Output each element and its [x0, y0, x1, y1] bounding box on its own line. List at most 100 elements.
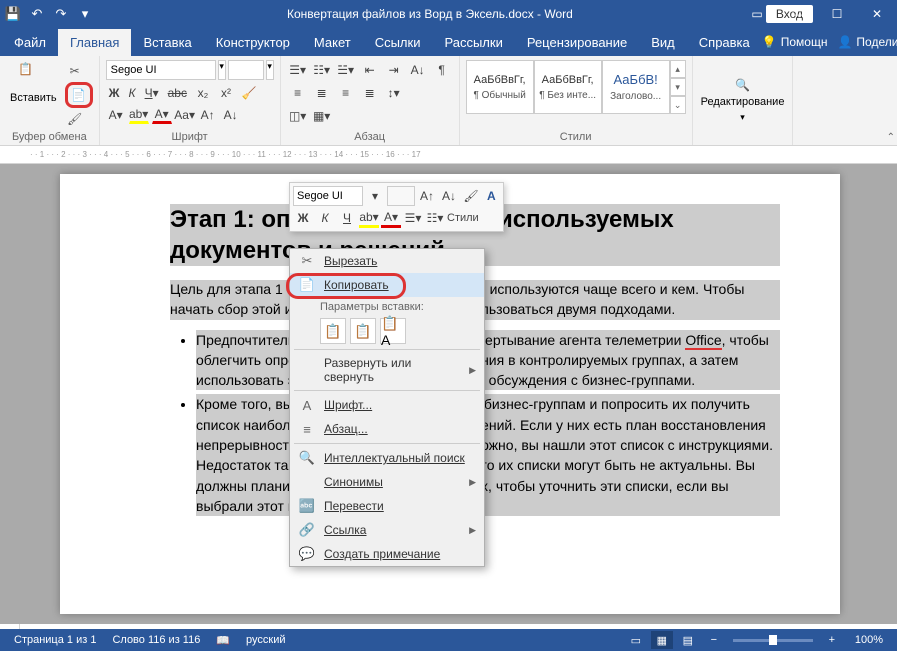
minimize-icon[interactable]: — — [777, 0, 817, 28]
text-effects-button[interactable]: A▾ — [106, 106, 126, 124]
format-painter-button[interactable]: 🖌 — [65, 110, 85, 128]
tab-references[interactable]: Ссылки — [363, 29, 433, 56]
redo-icon[interactable]: ↷ — [52, 5, 70, 23]
context-font[interactable]: A Шрифт... — [290, 393, 484, 417]
web-layout-icon[interactable]: ▤ — [677, 631, 699, 649]
context-expand[interactable]: Развернуть или свернуть ▶ — [290, 352, 484, 388]
styles-more-icon[interactable]: ⌄ — [670, 96, 686, 114]
zoom-level[interactable]: 100% — [847, 634, 891, 646]
mini-font-size[interactable] — [387, 186, 415, 206]
status-page[interactable]: Страница 1 из 1 — [6, 634, 104, 646]
undo-icon[interactable]: ↶ — [28, 5, 46, 23]
collapse-ribbon-icon[interactable]: ⌃ — [887, 132, 895, 143]
close-icon[interactable]: ✕ — [857, 0, 897, 28]
paste-button[interactable]: 📋 Вставить — [6, 60, 61, 129]
borders-button[interactable]: ▦▾ — [311, 106, 333, 126]
tab-review[interactable]: Рецензирование — [515, 29, 639, 56]
context-link[interactable]: 🔗 Ссылка ▶ — [290, 518, 484, 542]
shading-button[interactable]: ◫▾ — [287, 106, 309, 126]
decrease-indent-button[interactable]: ⇤ — [359, 60, 381, 80]
numbering-button[interactable]: ☷▾ — [311, 60, 333, 80]
mini-bold-button[interactable]: Ж — [293, 208, 313, 228]
change-case-button[interactable]: Aa▾ — [175, 106, 195, 124]
context-comment[interactable]: 💬 Создать примечание — [290, 542, 484, 566]
mini-styles-button[interactable]: A — [483, 186, 500, 206]
tab-layout[interactable]: Макет — [302, 29, 363, 56]
maximize-icon[interactable]: ☐ — [817, 0, 857, 28]
mini-numbering-button[interactable]: ☷▾ — [425, 208, 445, 228]
zoom-in-button[interactable]: + — [821, 631, 843, 649]
font-family-dropdown-icon[interactable]: ▾ — [218, 60, 226, 80]
zoom-slider[interactable] — [733, 639, 813, 642]
styles-up-icon[interactable]: ▴ — [670, 60, 686, 78]
mini-shrink-font-button[interactable]: A↓ — [439, 186, 459, 206]
save-icon[interactable]: 💾 — [4, 5, 22, 23]
align-center-button[interactable]: ≣ — [311, 83, 333, 103]
share-button[interactable]: 👤 Поделиться — [837, 35, 897, 49]
font-family-select[interactable]: Segoe UI — [106, 60, 216, 80]
mini-font-select[interactable]: Segoe UI — [293, 186, 363, 206]
font-size-dropdown-icon[interactable]: ▾ — [266, 60, 274, 80]
multilevel-button[interactable]: ☱▾ — [335, 60, 357, 80]
bold-button[interactable]: Ж — [106, 84, 123, 102]
mini-font-color-button[interactable]: A▾ — [381, 208, 401, 228]
sort-button[interactable]: A↓ — [407, 60, 429, 80]
list-item[interactable]: Предпочтительным подходом является разве… — [196, 330, 780, 391]
mini-italic-button[interactable]: К — [315, 208, 335, 228]
superscript-button[interactable]: x² — [216, 84, 236, 102]
context-cut[interactable]: ✂ Вырезать — [290, 249, 484, 273]
mini-styles-label[interactable]: Стили — [447, 208, 479, 228]
mini-font-dropdown-icon[interactable]: ▾ — [365, 186, 385, 206]
context-translate[interactable]: 🔤 Перевести — [290, 494, 484, 518]
tab-insert[interactable]: Вставка — [131, 29, 203, 56]
mini-format-painter-button[interactable]: 🖌 — [461, 186, 481, 206]
clear-format-button[interactable]: 🧹 — [239, 84, 259, 102]
shrink-font-button[interactable]: A↓ — [221, 106, 241, 124]
ribbon-options-icon[interactable]: ▭ — [737, 0, 777, 28]
cut-button[interactable]: ✂ — [65, 62, 85, 80]
tab-home[interactable]: Главная — [58, 29, 131, 56]
tab-design[interactable]: Конструктор — [204, 29, 302, 56]
status-language[interactable]: русский — [238, 634, 293, 646]
font-color-button[interactable]: A▾ — [152, 106, 172, 124]
styles-down-icon[interactable]: ▾ — [670, 78, 686, 96]
status-words[interactable]: Слово 116 из 116 — [104, 634, 208, 646]
copy-button[interactable]: 📄 — [69, 86, 89, 104]
styles-gallery[interactable]: АаБбВвГг,¶ Обычный АаБбВвГг,¶ Без инте..… — [466, 60, 686, 129]
font-size-select[interactable] — [228, 60, 264, 80]
list-item[interactable]: Кроме того, вы можете обратиться к вашим… — [196, 394, 780, 516]
tab-help[interactable]: Справка — [687, 29, 762, 56]
editing-button[interactable]: 🔍 — [735, 78, 750, 92]
zoom-out-button[interactable]: − — [703, 631, 725, 649]
align-left-button[interactable]: ≡ — [287, 83, 309, 103]
context-synonyms[interactable]: Синонимы ▶ — [290, 470, 484, 494]
mini-underline-button[interactable]: Ч — [337, 208, 357, 228]
mini-bullets-button[interactable]: ☰▾ — [403, 208, 423, 228]
mini-highlight-button[interactable]: ab▾ — [359, 208, 379, 228]
status-proofing-icon[interactable]: 📖 — [208, 634, 238, 647]
read-mode-icon[interactable]: ▭ — [625, 631, 647, 649]
context-paragraph[interactable]: ≡ Абзац... — [290, 417, 484, 441]
tab-mailings[interactable]: Рассылки — [432, 29, 514, 56]
paste-keep-source-button[interactable]: 📋 — [320, 318, 346, 344]
subscript-button[interactable]: x₂ — [193, 84, 213, 102]
mini-grow-font-button[interactable]: A↑ — [417, 186, 437, 206]
tab-view[interactable]: Вид — [639, 29, 687, 56]
tell-me-button[interactable]: 💡 Помощн — [762, 35, 828, 49]
horizontal-ruler[interactable]: · · 1 · · · 2 · · · 3 · · · 4 · · · 5 · … — [0, 146, 897, 164]
italic-button[interactable]: К — [126, 84, 139, 102]
justify-button[interactable]: ≣ — [359, 83, 381, 103]
line-spacing-button[interactable]: ↕▾ — [383, 83, 405, 103]
increase-indent-button[interactable]: ⇥ — [383, 60, 405, 80]
show-marks-button[interactable]: ¶ — [431, 60, 453, 80]
tab-file[interactable]: Файл — [2, 29, 58, 56]
paste-merge-button[interactable]: 📋 — [350, 318, 376, 344]
context-smart-lookup[interactable]: 🔍 Интеллектуальный поиск — [290, 446, 484, 470]
qat-customize-icon[interactable]: ▾ — [76, 5, 94, 23]
grow-font-button[interactable]: A↑ — [198, 106, 218, 124]
paste-text-only-button[interactable]: 📋A — [380, 318, 406, 344]
bullets-button[interactable]: ☰▾ — [287, 60, 309, 80]
strikethrough-button[interactable]: abc — [165, 84, 190, 102]
underline-button[interactable]: Ч▾ — [142, 84, 162, 102]
align-right-button[interactable]: ≡ — [335, 83, 357, 103]
